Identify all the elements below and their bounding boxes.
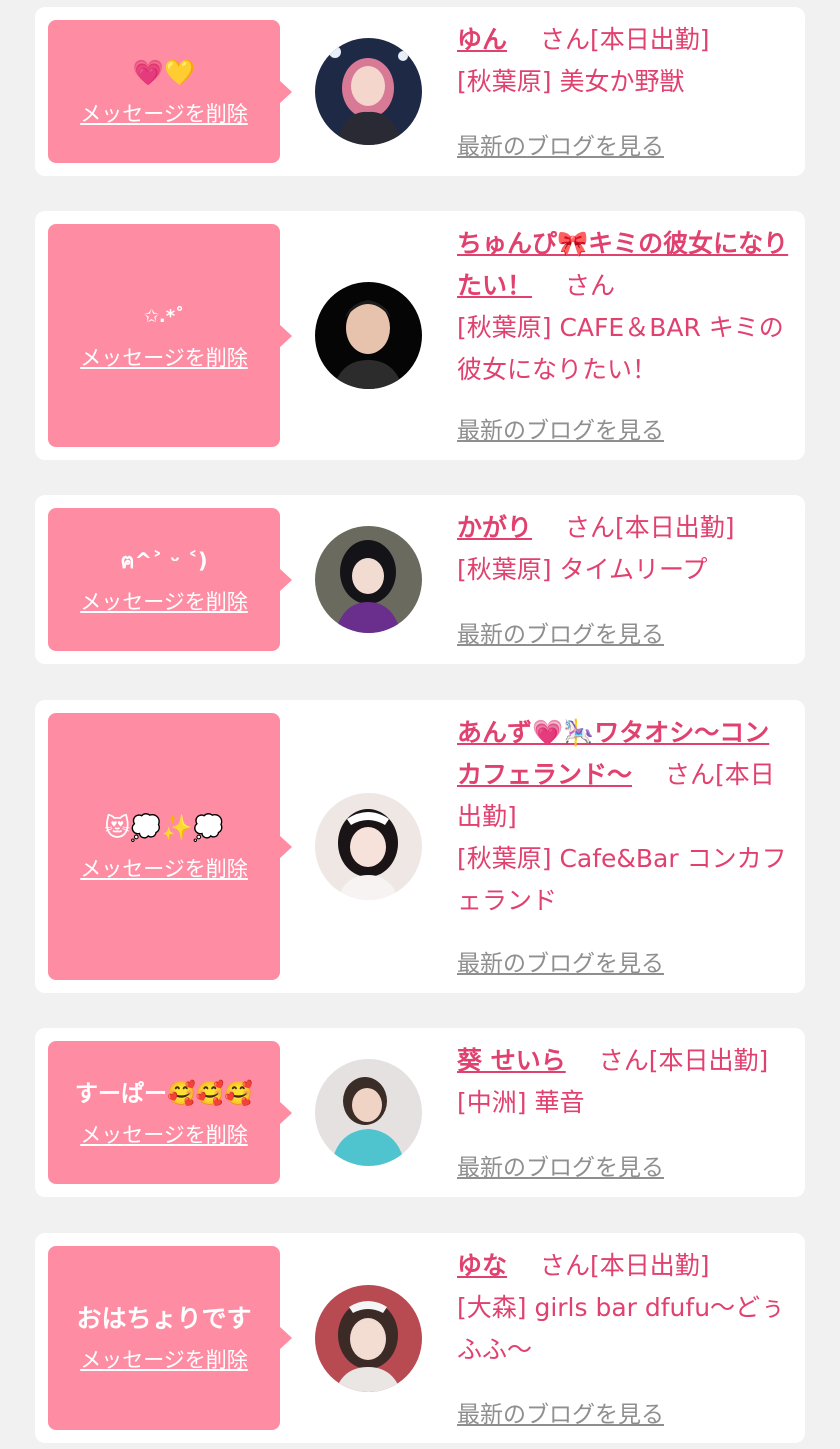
message-bubble: 😻💭✨💭 メッセージを削除 bbox=[48, 713, 292, 980]
latest-blog-link[interactable]: 最新のブログを見る bbox=[457, 615, 664, 649]
avatar[interactable] bbox=[315, 793, 422, 900]
latest-blog-link[interactable]: 最新のブログを見る bbox=[457, 127, 664, 161]
latest-blog-link[interactable]: 最新のブログを見る bbox=[457, 1395, 664, 1429]
message-card: おはちょりです メッセージを削除 ゆな さん[本日出勤] [大森] girls … bbox=[35, 1233, 805, 1443]
avatar-photo-icon bbox=[315, 38, 422, 145]
avatar-photo-icon bbox=[315, 1285, 422, 1392]
message-bubble: おはちょりです メッセージを削除 bbox=[48, 1246, 292, 1430]
latest-blog-link[interactable]: 最新のブログを見る bbox=[457, 944, 664, 978]
san-suffix: さん bbox=[539, 1251, 590, 1280]
message-text: 💗💛 bbox=[132, 57, 196, 87]
member-info: かがり さん[本日出勤] [秋葉原] タイムリープ bbox=[457, 507, 792, 591]
avatar-photo-icon bbox=[315, 282, 422, 389]
message-text: ฅ^˃ ᵕ ˂) bbox=[120, 548, 208, 573]
avatar[interactable] bbox=[315, 38, 422, 145]
member-name-link[interactable]: ちゅんぴ🎀キミの彼女になりたい！ bbox=[457, 229, 788, 300]
message-card: ฅ^˃ ᵕ ˂) メッセージを削除 かがり さん[本日出勤] [秋葉原] タイム… bbox=[35, 495, 805, 664]
latest-blog-link[interactable]: 最新のブログを見る bbox=[457, 1148, 664, 1182]
shop-label: [秋葉原] タイムリープ bbox=[457, 555, 708, 584]
message-card: ✩.*˚ メッセージを削除 ちゅんぴ🎀キミの彼女になりたい！ さん [秋葉原] … bbox=[35, 211, 805, 460]
status-label: [本日出勤] bbox=[615, 513, 735, 542]
message-bubble: ฅ^˃ ᵕ ˂) メッセージを削除 bbox=[48, 508, 292, 651]
message-card: すーぱー🥰🥰🥰 メッセージを削除 葵 せいら さん[本日出勤] [中洲] 華音 … bbox=[35, 1028, 805, 1197]
message-bubble: ✩.*˚ メッセージを削除 bbox=[48, 224, 292, 447]
delete-message-link[interactable]: メッセージを削除 bbox=[80, 98, 248, 128]
message-text: すーぱー🥰🥰🥰 bbox=[75, 1080, 253, 1107]
delete-message-link[interactable]: メッセージを削除 bbox=[80, 1119, 248, 1149]
shop-label: [秋葉原] CAFE＆BAR キミの彼女になりたい！ bbox=[457, 313, 784, 384]
message-card: 😻💭✨💭 メッセージを削除 あんず💗🎠ワタオシ〜コンカフェランド〜 さん[本日出… bbox=[35, 700, 805, 993]
delete-message-link[interactable]: メッセージを削除 bbox=[80, 1344, 248, 1374]
avatar[interactable] bbox=[315, 1285, 422, 1392]
avatar[interactable] bbox=[315, 282, 422, 389]
member-name-link[interactable]: ゆな bbox=[457, 1251, 507, 1280]
avatar[interactable] bbox=[315, 526, 422, 633]
member-info: ちゅんぴ🎀キミの彼女になりたい！ さん [秋葉原] CAFE＆BAR キミの彼女… bbox=[457, 223, 792, 391]
shop-label: [秋葉原] Cafe&Bar コンカフェランド bbox=[457, 844, 787, 915]
status-label: [本日出勤] bbox=[590, 25, 710, 54]
latest-blog-link[interactable]: 最新のブログを見る bbox=[457, 411, 664, 445]
member-info: ゆな さん[本日出勤] [大森] girls bar dfufu〜どぅふふ〜 bbox=[457, 1245, 792, 1371]
san-suffix: さん bbox=[564, 271, 615, 300]
member-info: 葵 せいら さん[本日出勤] [中洲] 華音 bbox=[457, 1040, 792, 1124]
status-label: [本日出勤] bbox=[590, 1251, 710, 1280]
avatar[interactable] bbox=[315, 1059, 422, 1166]
san-suffix: さん bbox=[664, 760, 715, 789]
delete-message-link[interactable]: メッセージを削除 bbox=[80, 342, 248, 372]
san-suffix: さん bbox=[598, 1046, 649, 1075]
san-suffix: さん bbox=[539, 25, 590, 54]
message-text: おはちょりです bbox=[76, 1304, 252, 1333]
message-text: ✩.*˚ bbox=[143, 305, 185, 327]
shop-label: [大森] girls bar dfufu〜どぅふふ〜 bbox=[457, 1293, 786, 1364]
message-bubble: 💗💛 メッセージを削除 bbox=[48, 20, 292, 163]
delete-message-link[interactable]: メッセージを削除 bbox=[80, 586, 248, 616]
member-name-link[interactable]: かがり bbox=[457, 513, 532, 542]
san-suffix: さん bbox=[564, 513, 615, 542]
member-info: ゆん さん[本日出勤] [秋葉原] 美女か野獣 bbox=[457, 19, 792, 103]
status-label: [本日出勤] bbox=[648, 1046, 769, 1075]
message-card: 💗💛 メッセージを削除 ゆん さん[本日出勤] [秋葉原] 美女か野獣 最新のブ… bbox=[35, 7, 805, 176]
avatar-photo-icon bbox=[315, 526, 422, 633]
message-bubble: すーぱー🥰🥰🥰 メッセージを削除 bbox=[48, 1041, 292, 1184]
member-name-link[interactable]: 葵 せいら bbox=[457, 1046, 566, 1075]
shop-label: [秋葉原] 美女か野獣 bbox=[457, 67, 685, 96]
avatar-photo-icon bbox=[315, 1059, 422, 1166]
member-name-link[interactable]: ゆん bbox=[457, 25, 507, 54]
avatar-photo-icon bbox=[315, 793, 422, 900]
shop-label: [中洲] 華音 bbox=[457, 1088, 585, 1117]
delete-message-link[interactable]: メッセージを削除 bbox=[80, 853, 248, 883]
member-info: あんず💗🎠ワタオシ〜コンカフェランド〜 さん[本日出勤] [秋葉原] Cafe&… bbox=[457, 712, 792, 922]
message-text: 😻💭✨💭 bbox=[104, 812, 224, 842]
